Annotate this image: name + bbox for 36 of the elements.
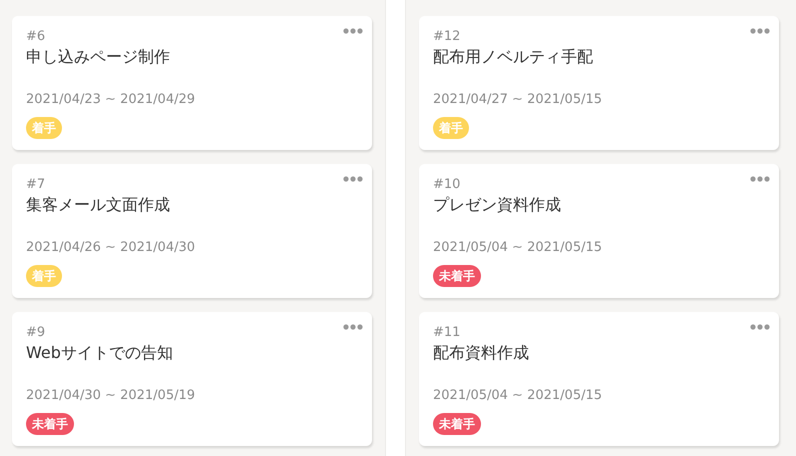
task-number: #7 <box>26 176 46 194</box>
more-options-icon[interactable] <box>750 28 770 34</box>
more-options-icon[interactable] <box>343 324 363 330</box>
date-range: 2021/05/04 ~ 2021/05/15 <box>433 387 602 405</box>
task-number: #9 <box>26 324 46 342</box>
more-options-icon[interactable] <box>750 324 770 330</box>
date-range: 2021/05/04 ~ 2021/05/15 <box>433 239 602 257</box>
status-tag: 未着手 <box>433 413 481 435</box>
status-tag: 未着手 <box>433 265 481 287</box>
task-title: プレゼン資料作成 <box>433 194 561 216</box>
task-number: #6 <box>26 28 46 46</box>
more-options-icon[interactable] <box>343 28 363 34</box>
date-range: 2021/04/30 ~ 2021/05/19 <box>26 387 196 405</box>
more-options-icon[interactable] <box>343 176 363 182</box>
task-title: 申し込みページ制作 <box>26 46 170 68</box>
task-title: Webサイトでの告知 <box>26 342 173 364</box>
date-range: 2021/04/27 ~ 2021/05/15 <box>433 91 602 109</box>
task-card[interactable]: #9 Webサイトでの告知 2021/04/30 ~ 2021/05/19 未着手 <box>12 312 372 446</box>
task-card[interactable]: #6 申し込みページ制作 2021/04/23 ~ 2021/04/29 着手 <box>12 16 372 150</box>
task-number: #12 <box>433 28 460 46</box>
more-options-icon[interactable] <box>750 176 770 182</box>
task-number: #10 <box>433 176 460 194</box>
date-range: 2021/04/23 ~ 2021/04/29 <box>26 91 196 109</box>
task-card[interactable]: #11 配布資料作成 2021/05/04 ~ 2021/05/15 未着手 <box>419 312 779 446</box>
status-tag: 着手 <box>26 265 62 287</box>
task-title: 集客メール文面作成 <box>26 194 170 216</box>
task-card[interactable]: #10 プレゼン資料作成 2021/05/04 ~ 2021/05/15 未着手 <box>419 164 779 298</box>
task-title: 配布用ノベルティ手配 <box>433 46 593 68</box>
status-tag: 未着手 <box>26 413 74 435</box>
task-card[interactable]: #7 集客メール文面作成 2021/04/26 ~ 2021/04/30 着手 <box>12 164 372 298</box>
status-tag: 着手 <box>26 117 62 139</box>
date-range: 2021/04/26 ~ 2021/04/30 <box>26 239 196 257</box>
task-card[interactable]: #12 配布用ノベルティ手配 2021/04/27 ~ 2021/05/15 着手 <box>419 16 779 150</box>
task-title: 配布資料作成 <box>433 342 529 364</box>
task-number: #11 <box>433 324 460 342</box>
status-tag: 着手 <box>433 117 469 139</box>
